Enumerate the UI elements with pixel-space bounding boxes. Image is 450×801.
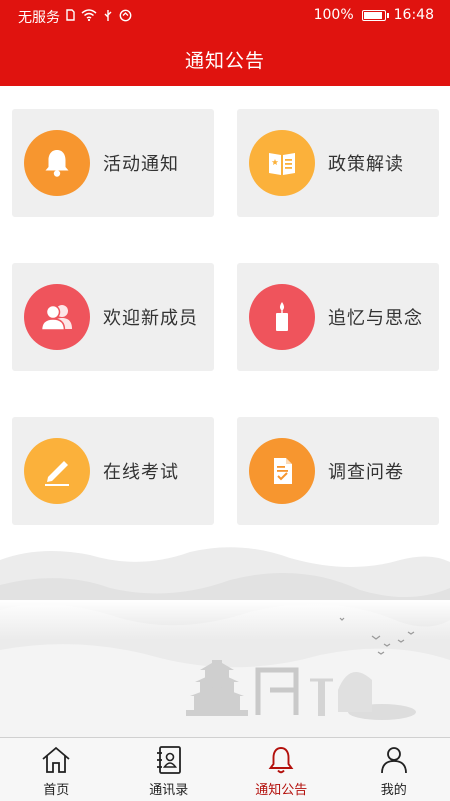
clock: 16:48 [394, 7, 434, 23]
menu-item-label: 在线考试 [103, 458, 179, 484]
battery-percent: 100% [314, 7, 354, 23]
menu-item-label: 调查问卷 [328, 458, 404, 484]
carrier-text: 无服务 [18, 7, 60, 27]
menu-item-label: 政策解读 [328, 150, 404, 176]
menu-item-online-exam[interactable]: 在线考试 [12, 417, 214, 525]
candle-icon [249, 284, 315, 350]
menu-item-label: 活动通知 [103, 150, 179, 176]
page-header: 通知公告 [0, 32, 450, 86]
contacts-icon [153, 744, 185, 776]
tab-label: 我的 [381, 779, 407, 798]
tab-label: 通讯录 [149, 779, 188, 798]
menu-item-welcome-members[interactable]: 欢迎新成员 [12, 263, 214, 371]
wifi-icon [81, 9, 97, 25]
profile-icon [378, 744, 410, 776]
usb-icon [103, 9, 113, 26]
tab-notices[interactable]: 通知公告 [225, 738, 338, 801]
bell-icon [265, 744, 297, 776]
sync-icon [119, 9, 132, 26]
tab-home[interactable]: 首页 [0, 738, 113, 801]
battery-icon [362, 10, 386, 21]
tab-profile[interactable]: 我的 [338, 738, 450, 801]
users-icon [24, 284, 90, 350]
pen-icon [24, 438, 90, 504]
tab-label: 通知公告 [255, 779, 307, 798]
menu-item-memorial[interactable]: 追忆与思念 [237, 263, 439, 371]
bell-icon [24, 130, 90, 196]
home-icon [40, 744, 72, 776]
bottom-tab-bar: 首页 通讯录 通知公告 我的 [0, 737, 450, 801]
menu-item-policy[interactable]: 政策解读 [237, 109, 439, 217]
menu-item-activity-notice[interactable]: 活动通知 [12, 109, 214, 217]
status-bar: 无服务 100% 16:48 [0, 0, 450, 32]
sim-icon [66, 9, 75, 25]
menu-item-label: 追忆与思念 [328, 304, 423, 330]
book-star-icon [249, 130, 315, 196]
page-title: 通知公告 [185, 46, 265, 73]
status-left: 无服务 [18, 7, 132, 27]
tab-contacts[interactable]: 通讯录 [113, 738, 226, 801]
tab-label: 首页 [43, 779, 69, 798]
document-check-icon [249, 438, 315, 504]
status-right: 100% 16:48 [314, 7, 434, 23]
landscape-illustration [0, 540, 450, 738]
menu-item-survey[interactable]: 调查问卷 [237, 417, 439, 525]
menu-item-label: 欢迎新成员 [103, 304, 198, 330]
